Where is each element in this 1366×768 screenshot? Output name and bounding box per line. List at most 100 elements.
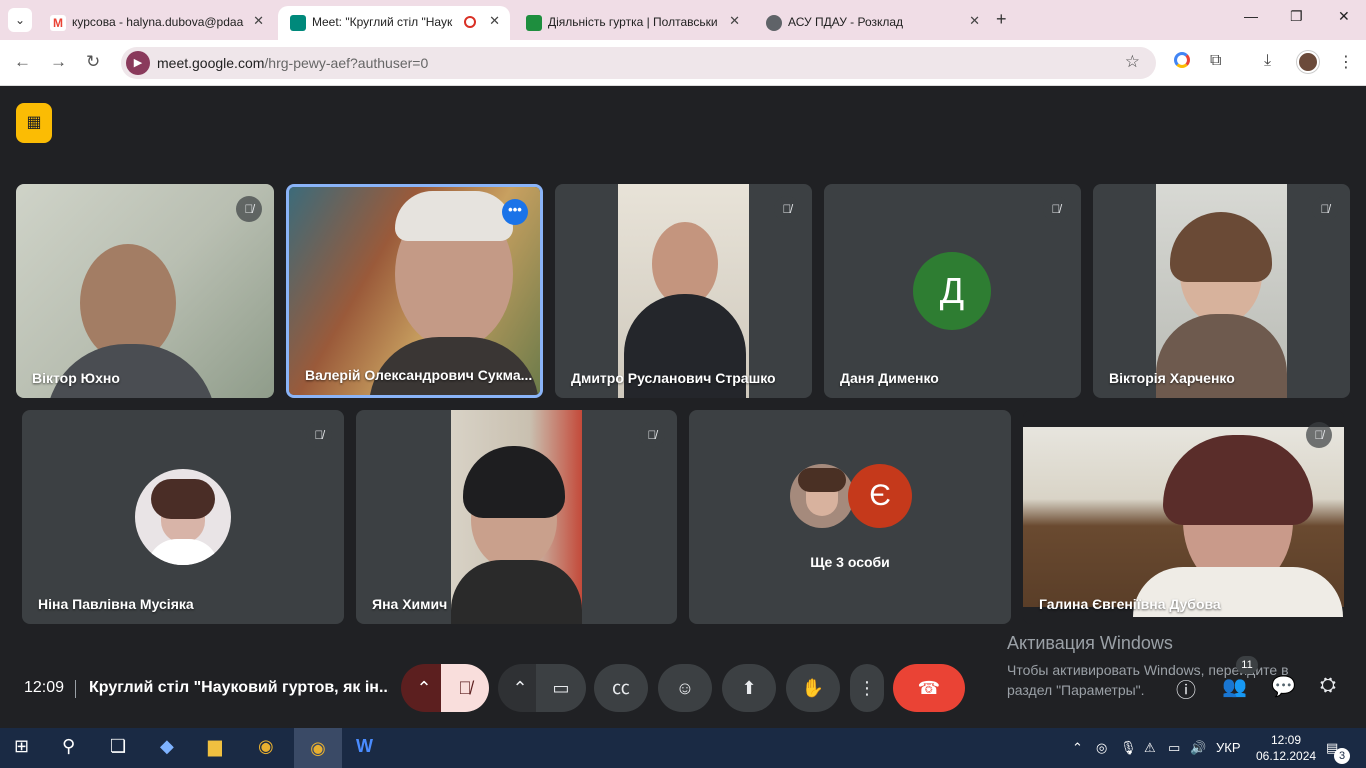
leave-call-button[interactable]: ☎ [893,664,965,712]
taskbar-time: 12:09 [1270,733,1302,747]
display-icon[interactable]: ▭ [1168,740,1180,756]
tray-app-icon[interactable]: ◎ [1096,740,1107,756]
participant-tile[interactable]: 🎙̸ Галина Євгеніївна Дубова [1023,410,1344,624]
file-explorer-icon[interactable]: ▆ [208,736,222,757]
more-options-button[interactable]: ⋮ [850,664,884,712]
muted-mic-icon: 🎙̸ [1306,422,1332,448]
participant-tile[interactable]: 🎙̸ Вікторія Харченко [1093,184,1350,398]
globe-icon [766,15,782,31]
participant-name: Ніна Павлівна Мусіяка [38,596,194,612]
address-toolbar: ← → ↻ ▶ meet.google.com/hrg-pewy-aef?aut… [0,40,1366,86]
windows-start-icon[interactable]: ⊞ [14,736,29,757]
avatar: Є [848,464,912,528]
activities-icon[interactable]: ⛭ [1320,674,1336,697]
forward-button[interactable]: → [50,52,67,72]
close-icon[interactable]: ✕ [489,13,500,29]
tab-gmail[interactable]: M курсова - halyna.dubova@pdaa ✕ [38,6,274,40]
meeting-title: Круглий стіл "Науковий гуртов, як ін... [89,679,389,696]
close-icon[interactable]: ✕ [969,13,980,29]
volume-icon[interactable]: 🔊 [1190,740,1206,756]
reload-button[interactable]: ↻ [86,52,100,72]
tab-schedule[interactable]: АСУ ПДАУ - Розклад ✕ [754,6,990,40]
avatar[interactable] [1297,51,1319,73]
menu-icon[interactable]: ⋮ [1338,52,1354,72]
close-icon[interactable]: ✕ [253,13,264,29]
copilot-icon[interactable]: ◆ [160,736,174,757]
close-window-button[interactable]: ✕ [1338,8,1350,25]
muted-mic-icon: 🎙̸ [236,196,262,222]
microphone-off-button[interactable]: 🎙̸ [441,664,489,712]
minimize-button[interactable]: — [1244,8,1258,24]
search-icon[interactable]: ⚲ [62,736,75,757]
chrome-icon[interactable]: ◉ [258,736,274,757]
recording-icon [464,16,476,28]
bookmark-star-icon[interactable]: ☆ [1125,52,1140,72]
participant-tile[interactable]: 🎙̸ Віктор Юхно [16,184,274,398]
muted-mic-icon: 🎙̸ [774,196,800,222]
meeting-info-icon[interactable]: ⓘ [1176,674,1196,703]
more-options-icon[interactable]: ••• [502,199,528,225]
people-icon[interactable]: 👥 [1222,674,1247,699]
captions-button[interactable]: ㏄ [594,664,648,712]
meet-icon [290,15,306,31]
input-language[interactable]: УКР [1216,740,1241,755]
overflow-label: Ще 3 особи [810,554,890,570]
download-icon[interactable]: ⤓ [1264,52,1271,70]
participant-tile[interactable]: 🎙̸ Яна Химич [356,410,677,624]
browser-tab-bar: ⌄ M курсова - halyna.dubova@pdaa ✕ Meet:… [0,0,1366,40]
raise-hand-button[interactable]: ✋ [786,664,840,712]
sites-icon [526,15,542,31]
avatar: Д [913,252,991,330]
participant-tile[interactable]: ••• Валерій Олександрович Сукма... [286,184,543,398]
camera-button[interactable]: ▭ [536,664,586,712]
microphone-tray-icon[interactable]: 🎙 [1120,740,1137,756]
avatar [790,464,854,528]
chat-icon[interactable]: 💬 [1271,674,1296,699]
tab-title: Діяльність гуртка | Полтавськи [548,15,718,29]
divider [75,680,76,698]
gmail-icon: M [50,15,66,31]
chrome-active-icon[interactable]: ◉ [294,728,342,768]
show-hidden-icons-icon[interactable]: ⌃ [1072,740,1083,756]
participant-tile[interactable]: Д 🎙̸ Даня Дименко [824,184,1081,398]
close-icon[interactable]: ✕ [729,13,740,29]
network-icon[interactable]: ⚠ [1144,740,1156,756]
person-body [451,560,582,624]
present-screen-button[interactable]: ⬆ [722,664,776,712]
participant-name: Даня Дименко [840,370,939,386]
overflow-tile[interactable]: Є Ще 3 особи [689,410,1011,624]
person-hair [1163,435,1313,525]
video-feed [1156,184,1287,398]
camera-icon[interactable]: ▶ [126,51,150,75]
participant-name: Віктор Юхно [32,370,120,386]
video-feed [16,184,274,398]
participant-tile[interactable]: 🎙̸ Ніна Павлівна Мусіяка [22,410,344,624]
participant-tile[interactable]: 🎙̸ Дмитро Русланович Страшко [555,184,812,398]
tab-title: АСУ ПДАУ - Розклад [788,15,904,29]
muted-mic-icon: 🎙̸ [1312,196,1338,222]
meeting-clock: 12:09 [24,679,65,696]
google-lens-icon[interactable] [1174,52,1190,68]
emoji-button[interactable]: ☺ [658,664,712,712]
url-bar[interactable]: ▶ meet.google.com/hrg-pewy-aef?authuser=… [121,47,1156,79]
person-hat [463,446,565,518]
extensions-icon[interactable]: ⧉ [1210,52,1221,70]
new-tab-button[interactable]: + [996,9,1007,30]
tab-meet[interactable]: Meet: "Круглий стіл "Наук ✕ [278,6,510,40]
url-text: meet.google.com/hrg-pewy-aef?authuser=0 [157,55,429,71]
participant-name: Валерій Олександрович Сукма... [305,367,533,383]
task-view-icon[interactable]: ❏ [110,736,126,757]
back-button[interactable]: ← [14,52,31,72]
no-video-badge-icon[interactable]: ▦ [16,103,52,143]
taskbar-date: 06.12.2024 [1256,749,1317,763]
tab-sites[interactable]: Діяльність гуртка | Полтавськи ✕ [514,6,750,40]
muted-mic-icon: 🎙̸ [1043,196,1069,222]
restore-button[interactable]: ❐ [1290,8,1303,25]
tab-title: курсова - halyna.dubova@pdaa [72,15,244,29]
tab-search-button[interactable]: ⌄ [8,8,32,32]
participant-name: Яна Химич [372,596,448,612]
taskbar-clock[interactable]: 12:09 06.12.2024 [1256,732,1316,764]
word-icon[interactable]: W [356,736,373,757]
windows-taskbar: ⊞ ⚲ ❏ ◆ ▆ ◉ ◉ W ⌃ ◎ 🎙 ⚠ ▭ 🔊 УКР 12:09 06… [0,728,1366,768]
person-hair [395,191,513,241]
